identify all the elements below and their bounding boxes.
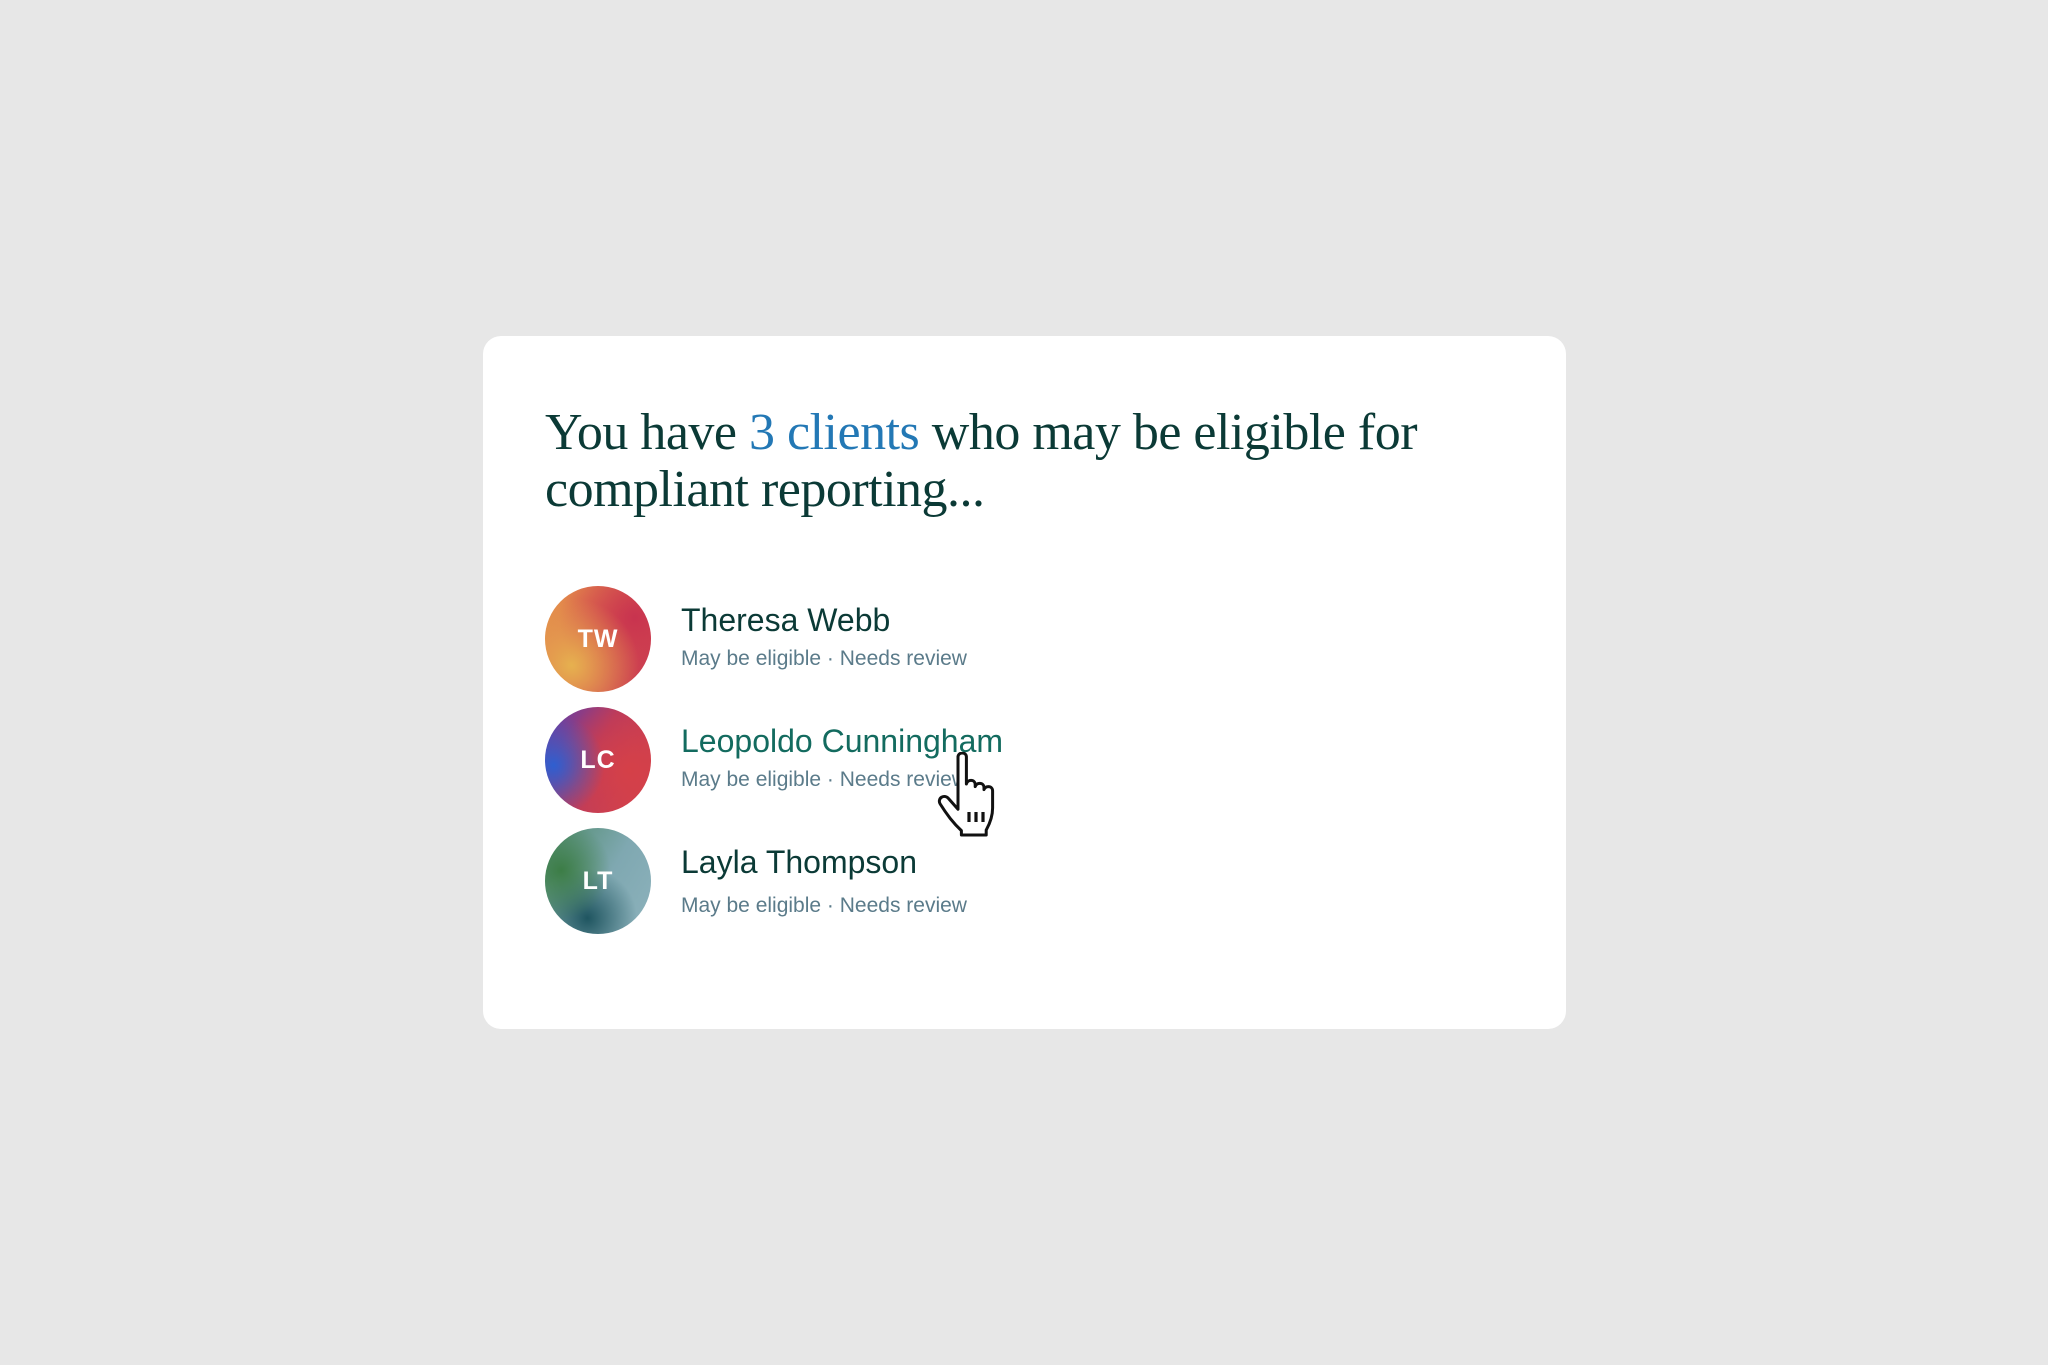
eligibility-card: You have 3 clients who may be eligible f… bbox=[483, 336, 1566, 1029]
client-name[interactable]: Leopoldo Cunningham bbox=[681, 723, 1003, 760]
client-status: May be eligible · Needs review bbox=[681, 768, 967, 791]
avatar-initials: LT bbox=[582, 866, 614, 895]
headline-text-before: You have bbox=[545, 404, 750, 461]
avatar: LC bbox=[545, 707, 651, 813]
avatar-initials: TW bbox=[577, 624, 619, 653]
client-row-layla-thompson[interactable]: LT Layla Thompson May be eligible · Need… bbox=[545, 828, 1245, 949]
client-status: May be eligible · Needs review bbox=[681, 894, 967, 917]
client-list: TW Theresa Webb May be eligible · Needs … bbox=[545, 586, 1245, 949]
headline: You have 3 clients who may be eligible f… bbox=[545, 404, 1445, 518]
avatar: TW bbox=[545, 586, 651, 692]
avatar: LT bbox=[545, 828, 651, 934]
client-name[interactable]: Theresa Webb bbox=[681, 602, 890, 639]
avatar-initials: LC bbox=[580, 745, 616, 774]
client-row-theresa-webb[interactable]: TW Theresa Webb May be eligible · Needs … bbox=[545, 586, 1245, 707]
client-row-leopoldo-cunningham[interactable]: LC Leopoldo Cunningham May be eligible ·… bbox=[545, 707, 1245, 828]
client-status: May be eligible · Needs review bbox=[681, 647, 967, 670]
client-count-link[interactable]: 3 clients bbox=[749, 404, 920, 461]
client-name[interactable]: Layla Thompson bbox=[681, 844, 917, 881]
